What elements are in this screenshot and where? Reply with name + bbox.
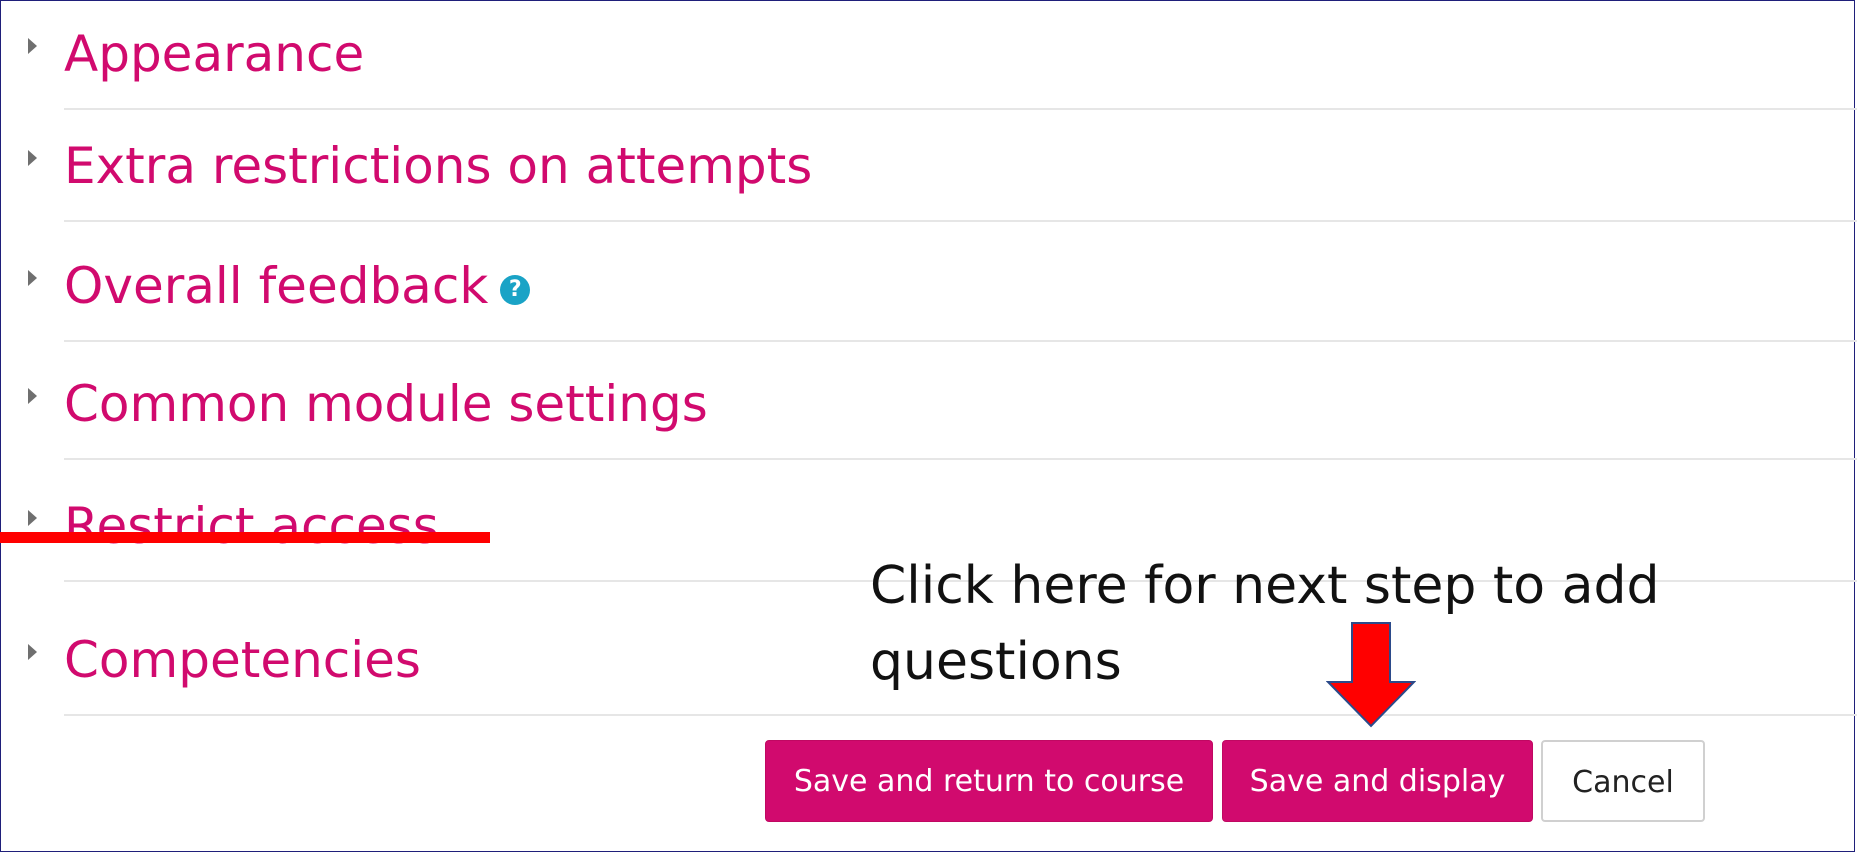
chevron-right-icon[interactable] [28,150,37,166]
help-icon[interactable]: ? [500,274,531,305]
save-and-return-button[interactable]: Save and return to course [765,740,1213,822]
annotation-text: Click here for next step to add question… [870,556,1660,692]
section-label-appearance[interactable]: Appearance [64,14,364,94]
chevron-right-icon[interactable] [28,388,37,404]
section-label-restrict-access[interactable]: Restrict access [64,486,439,566]
overall-feedback-text[interactable]: Overall feedback [64,257,488,315]
section-label-extra-restrictions[interactable]: Extra restrictions on attempts [64,126,812,206]
divider [64,220,1857,222]
cancel-button[interactable]: Cancel [1541,740,1705,822]
chevron-right-icon[interactable] [28,510,37,526]
section-common-module-settings[interactable]: Common module settings [0,350,1857,460]
section-label-competencies[interactable]: Competencies [64,620,421,700]
strikethrough-line [0,532,490,543]
section-overall-feedback[interactable]: Overall feedback? [0,232,1857,342]
down-arrow-icon [1326,622,1416,728]
chevron-right-icon[interactable] [28,644,37,660]
section-label-overall-feedback[interactable]: Overall feedback? [64,246,531,326]
chevron-right-icon[interactable] [28,270,37,286]
divider [64,458,1857,460]
save-and-display-button[interactable]: Save and display [1222,740,1533,822]
divider [64,108,1857,110]
section-label-common-module-settings[interactable]: Common module settings [64,364,708,444]
section-appearance[interactable]: Appearance [0,0,1857,110]
section-extra-restrictions[interactable]: Extra restrictions on attempts [0,112,1857,222]
chevron-right-icon[interactable] [28,38,37,54]
divider [64,340,1857,342]
divider [64,714,1857,716]
